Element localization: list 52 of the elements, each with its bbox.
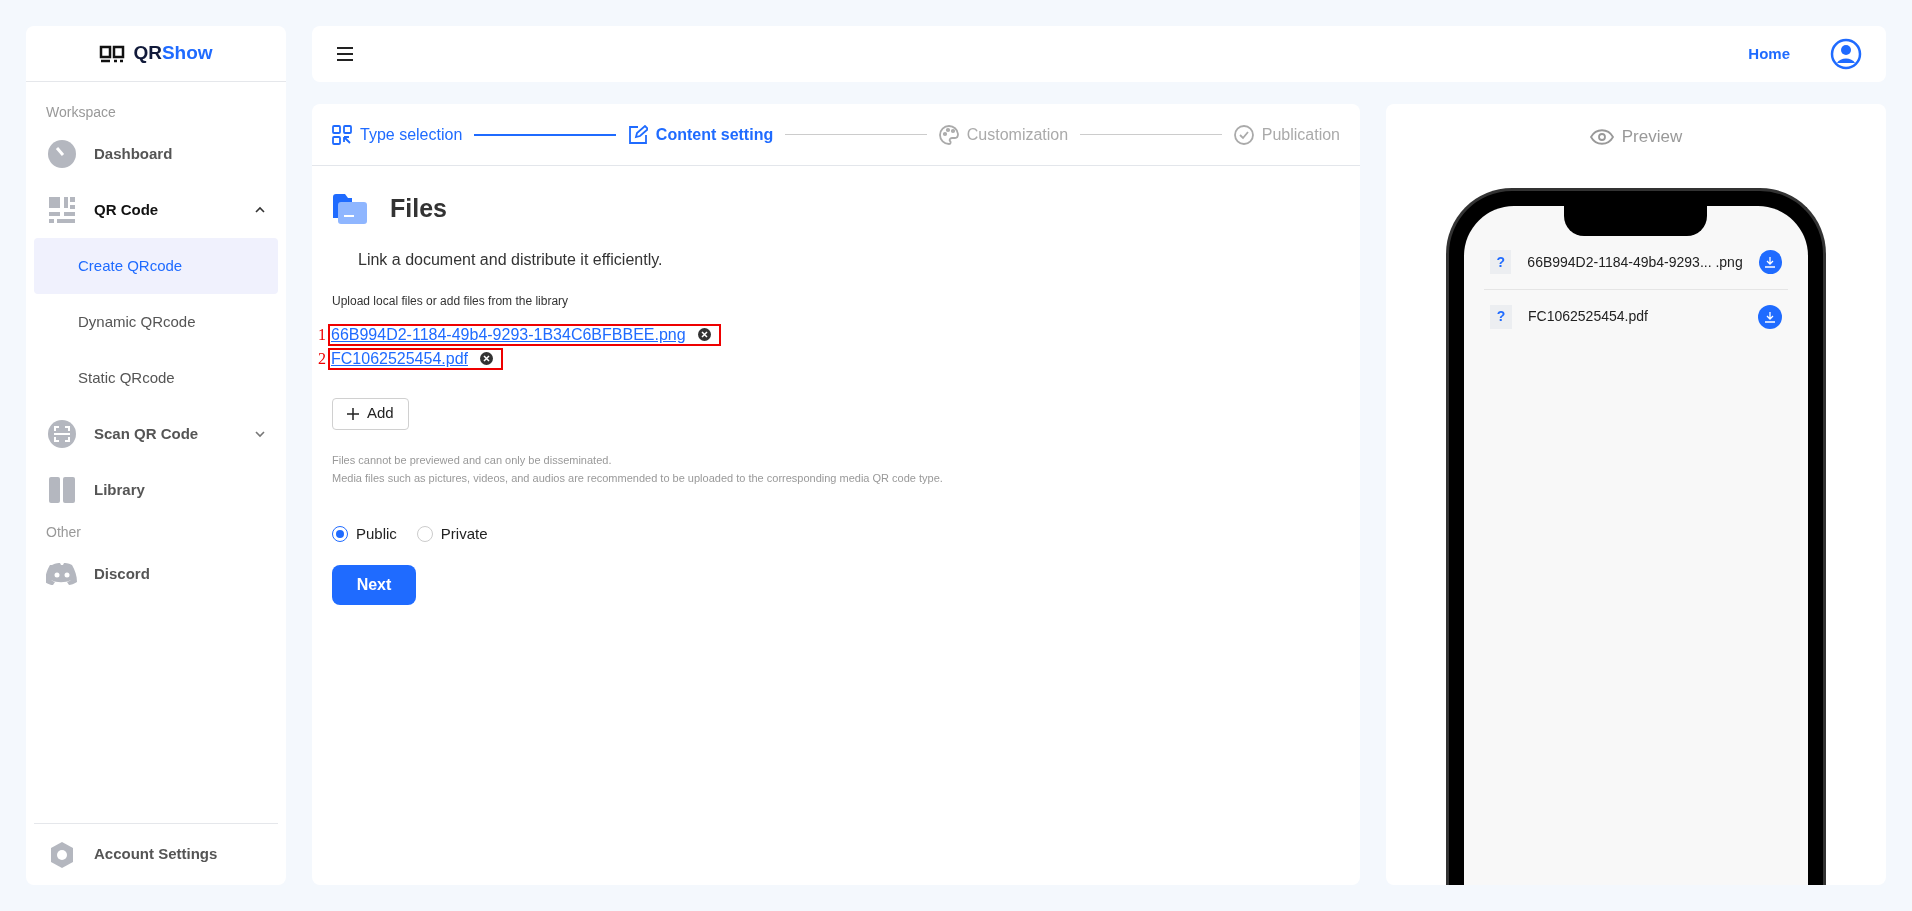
gauge-icon bbox=[46, 139, 78, 169]
qr-logo-icon bbox=[99, 44, 126, 63]
remove-icon[interactable] bbox=[697, 328, 711, 341]
preview-title: Preview bbox=[1621, 126, 1683, 148]
scan-icon bbox=[46, 419, 78, 449]
user-avatar-icon[interactable] bbox=[1830, 38, 1862, 70]
section-heading: Other bbox=[45, 522, 82, 542]
upload-label: Upload local files or add files from the library bbox=[332, 292, 570, 310]
submenu-item[interactable]: Static QRcode bbox=[34, 350, 278, 406]
nav-item[interactable]: QR Code bbox=[34, 182, 278, 238]
account-settings-link[interactable]: Account Settings bbox=[94, 843, 218, 866]
file-link[interactable]: 66B994D2-1184-49b4-9293-1B34C6BFBBEE.png bbox=[331, 322, 686, 347]
radio-option[interactable]: Public bbox=[332, 522, 397, 545]
submenu-item[interactable]: Dynamic QRcode bbox=[34, 294, 278, 350]
brand-logo: QRShow bbox=[133, 41, 213, 66]
nav-item[interactable]: Library bbox=[34, 462, 278, 518]
download-icon[interactable] bbox=[1758, 250, 1782, 274]
plus-icon bbox=[347, 407, 359, 420]
book-icon bbox=[46, 476, 78, 504]
step-item[interactable]: Type selection bbox=[332, 122, 463, 147]
qr-code-icon bbox=[46, 196, 78, 224]
submenu-item[interactable]: Create QRcode bbox=[34, 238, 278, 294]
check-circle-icon bbox=[1233, 124, 1254, 145]
nav-item[interactable]: Dashboard bbox=[34, 126, 278, 182]
download-icon[interactable] bbox=[1758, 304, 1782, 329]
file-type-badge: ? bbox=[1490, 250, 1512, 274]
nav-item[interactable]: Discord bbox=[34, 546, 278, 602]
hint-text: Files cannot be previewed and can only be disseminated. bbox=[332, 452, 613, 468]
next-button[interactable]: Next bbox=[332, 565, 416, 605]
file-name: FC1062525454.pdf bbox=[1528, 307, 1649, 326]
eye-icon bbox=[1589, 128, 1614, 145]
annotation-number: 1 bbox=[318, 324, 326, 345]
remove-icon[interactable] bbox=[480, 352, 493, 365]
step-item[interactable]: Content setting bbox=[627, 122, 774, 147]
discord-icon bbox=[46, 562, 78, 586]
section-title: Files bbox=[390, 193, 447, 224]
grid-select-icon bbox=[332, 124, 352, 145]
hint-text: Media files such as pictures, videos, and audios are recommended to be uploaded to the corresponding media QR code type. bbox=[332, 471, 944, 486]
section-heading: Workspace bbox=[45, 102, 117, 122]
add-button[interactable]: Add bbox=[332, 397, 409, 430]
home-link[interactable]: Home bbox=[1748, 42, 1790, 66]
file-link[interactable]: FC1062525454.pdf bbox=[331, 346, 468, 371]
file-type-badge: ? bbox=[1490, 304, 1512, 329]
edit-icon bbox=[627, 124, 648, 145]
file-name: 66B994D2-1184-49b4-9293... .png bbox=[1527, 252, 1743, 272]
folder-icon bbox=[332, 192, 368, 225]
menu-icon[interactable] bbox=[336, 47, 354, 61]
section-description: Link a document and distribute it efficiently. bbox=[358, 249, 664, 270]
annotation-number: 2 bbox=[318, 348, 326, 369]
nav-item[interactable]: Scan QR Code bbox=[34, 406, 278, 462]
palette-icon bbox=[938, 124, 959, 145]
radio-option[interactable]: Private bbox=[416, 522, 488, 545]
